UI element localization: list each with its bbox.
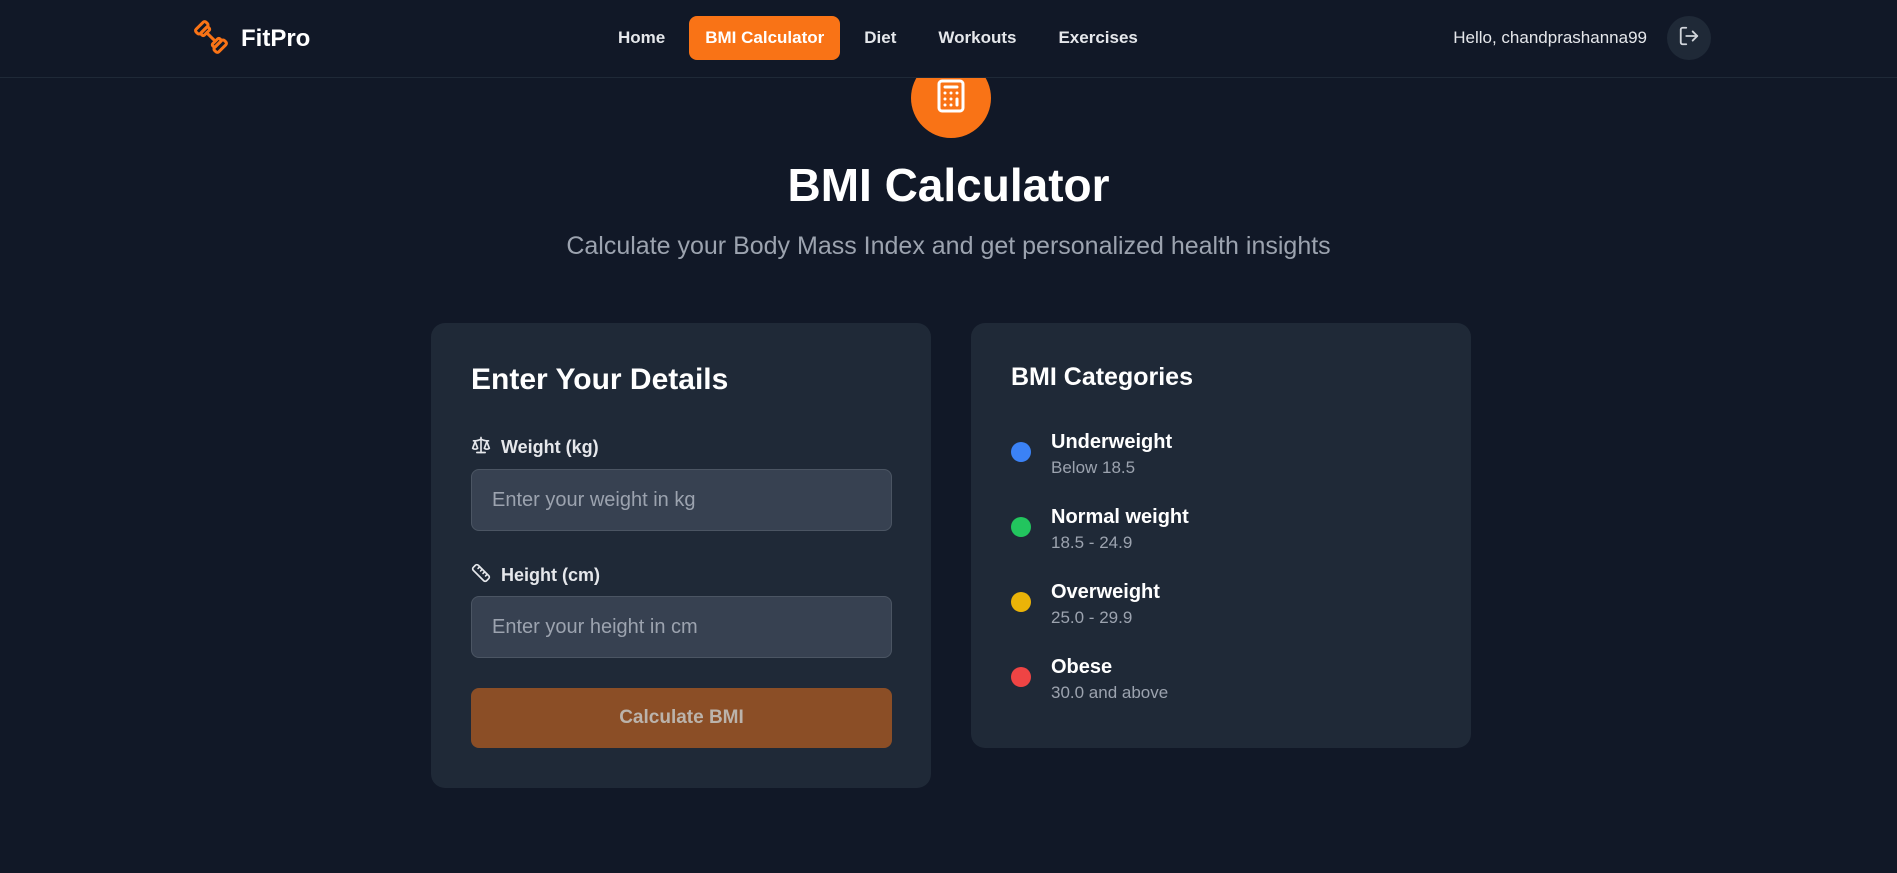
user-greeting: Hello, chandprashanna99 xyxy=(1453,28,1647,47)
brand-name: FitPro xyxy=(241,25,311,52)
details-card: Enter Your Details Weight (kg) Height (c… xyxy=(431,323,931,788)
logout-button[interactable] xyxy=(1667,16,1711,60)
nav-bmi-calculator[interactable]: BMI Calculator xyxy=(689,16,841,60)
calculator-icon xyxy=(933,78,969,119)
category-item-normal: Normal weight 18.5 - 24.9 xyxy=(1011,505,1189,580)
ruler-icon xyxy=(471,563,491,588)
category-range: 25.0 - 29.9 xyxy=(1051,608,1133,627)
user-area: Hello, chandprashanna99 xyxy=(1453,16,1711,60)
category-name: Underweight xyxy=(1051,431,1173,453)
category-range: Below 18.5 xyxy=(1051,458,1136,477)
category-dot xyxy=(1011,442,1031,462)
category-list: Underweight Below 18.5 Normal weight 18.… xyxy=(1011,430,1189,730)
brand-logo-link[interactable]: FitPro xyxy=(191,19,310,59)
category-range: 18.5 - 24.9 xyxy=(1051,533,1133,552)
category-dot xyxy=(1011,517,1031,537)
category-item-underweight: Underweight Below 18.5 xyxy=(1011,430,1189,505)
height-label: Height (cm) xyxy=(471,563,600,588)
weight-label: Weight (kg) xyxy=(471,435,599,460)
logout-icon xyxy=(1678,25,1700,52)
page-subtitle: Calculate your Body Mass Index and get p… xyxy=(566,232,1331,260)
category-dot xyxy=(1011,592,1031,612)
nav-workouts[interactable]: Workouts xyxy=(920,16,1034,60)
details-card-title: Enter Your Details xyxy=(471,363,729,396)
category-item-overweight: Overweight 25.0 - 29.9 xyxy=(1011,580,1189,655)
categories-card-title: BMI Categories xyxy=(1011,363,1193,391)
weight-input[interactable] xyxy=(471,469,892,531)
calculate-bmi-button[interactable]: Calculate BMI xyxy=(471,688,892,748)
category-name: Obese xyxy=(1051,656,1113,678)
main-nav: Home BMI Calculator Diet Workouts Exerci… xyxy=(600,16,1156,60)
nav-exercises[interactable]: Exercises xyxy=(1040,16,1155,60)
weight-label-text: Weight (kg) xyxy=(501,437,599,457)
height-input[interactable] xyxy=(471,596,892,658)
scale-icon xyxy=(471,435,491,460)
category-name: Overweight xyxy=(1051,581,1160,603)
category-name: Normal weight xyxy=(1051,506,1189,528)
page-title: BMI Calculator xyxy=(787,159,1110,211)
category-item-obese: Obese 30.0 and above xyxy=(1011,655,1189,730)
category-dot xyxy=(1011,667,1031,687)
dumbbell-icon xyxy=(191,17,231,62)
category-range: 30.0 and above xyxy=(1051,683,1169,702)
nav-diet[interactable]: Diet xyxy=(846,16,914,60)
navbar: FitPro Home BMI Calculator Diet Workouts… xyxy=(0,0,1897,78)
categories-card: BMI Categories Underweight Below 18.5 No… xyxy=(971,323,1471,748)
height-label-text: Height (cm) xyxy=(501,565,600,585)
nav-home[interactable]: Home xyxy=(600,16,683,60)
